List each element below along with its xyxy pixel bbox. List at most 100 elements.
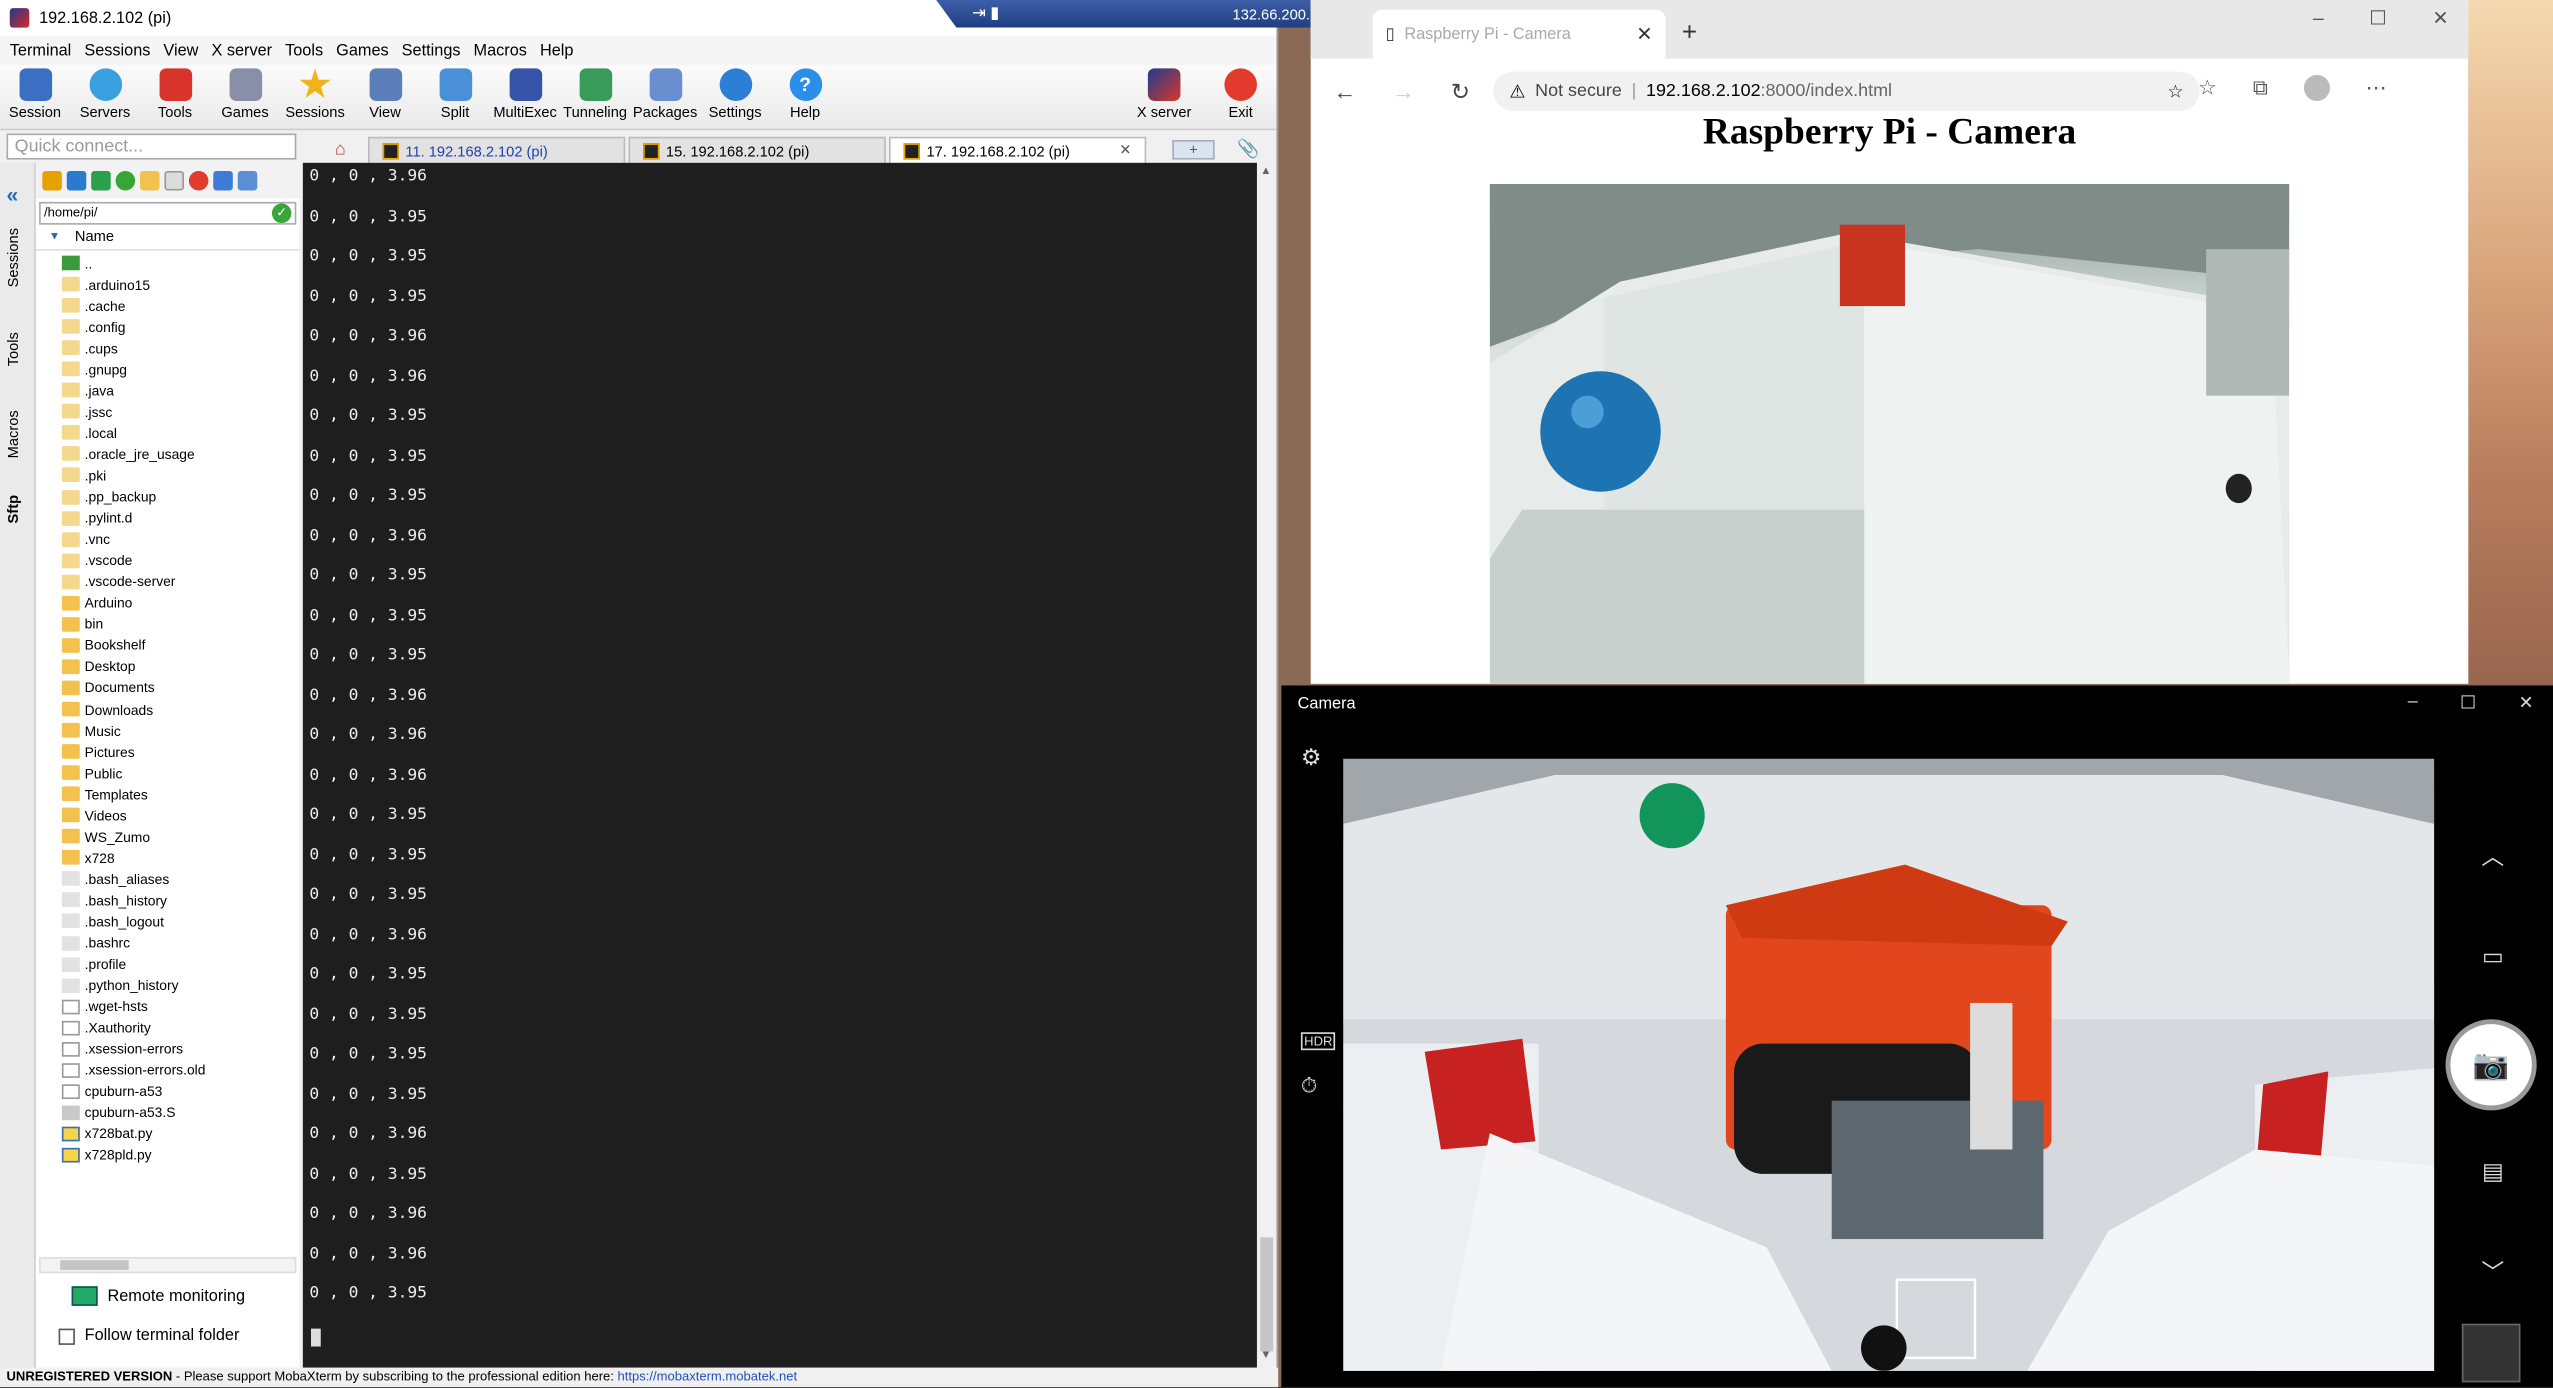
file-list-item[interactable]: .bash_aliases — [61, 868, 300, 889]
file-list-item[interactable]: .pylint.d — [61, 507, 300, 528]
file-list-item[interactable]: .xsession-errors — [61, 1038, 300, 1059]
video-mode-icon[interactable]: ▭ — [2457, 943, 2529, 971]
file-list-item[interactable]: x728pld.py — [61, 1145, 300, 1166]
file-list-item[interactable]: Bookshelf — [61, 635, 300, 656]
scroll-up-icon[interactable]: ▲ — [1260, 166, 1271, 177]
up-folder-icon[interactable] — [42, 170, 62, 191]
check-icon[interactable]: ✓ — [271, 203, 292, 224]
menu-terminal[interactable]: Terminal — [3, 42, 78, 60]
file-list-item[interactable]: .oracle_jre_usage — [61, 444, 300, 465]
delete-icon[interactable] — [188, 170, 209, 191]
gear-icon[interactable]: ⚙ — [1301, 744, 1321, 772]
file-list-item[interactable]: .bash_history — [61, 890, 300, 911]
menu-view[interactable]: View — [157, 42, 205, 60]
file-list-item[interactable]: Videos — [61, 805, 300, 826]
download-icon[interactable] — [66, 170, 87, 191]
file-list-item[interactable]: .pki — [61, 465, 300, 486]
file-list-item[interactable]: WS_Zumo — [61, 826, 300, 847]
new-tab-button[interactable]: + — [1682, 20, 1697, 49]
toolbar-games-button[interactable]: Games — [210, 65, 280, 120]
file-list-item[interactable]: .cups — [61, 337, 300, 358]
profile-avatar[interactable] — [2303, 74, 2330, 101]
file-list-item[interactable]: .local — [61, 422, 300, 443]
file-list-item[interactable]: Arduino — [61, 592, 300, 613]
file-list-item[interactable]: .gnupg — [61, 359, 300, 380]
menu-settings[interactable]: Settings — [395, 42, 467, 60]
chevron-up-icon[interactable]: ︿ — [2457, 840, 2529, 873]
file-list-item[interactable]: Music — [61, 720, 300, 741]
scrollbar-thumb[interactable] — [1260, 1237, 1274, 1352]
toolbar-multiexec-button[interactable]: MultiExec — [490, 65, 560, 120]
menu-games[interactable]: Games — [330, 42, 396, 60]
file-list-item[interactable]: x728 — [61, 847, 300, 868]
address-bar[interactable]: ⚠ Not secure | 192.168.2.102:8000/index.… — [1493, 71, 2200, 111]
side-tab-sessions[interactable]: Sessions — [5, 228, 21, 287]
quick-connect-input[interactable]: Quick connect... — [6, 133, 297, 160]
tab-session-17[interactable]: 17. 192.168.2.102 (pi) ✕ — [888, 136, 1147, 163]
file-list-item[interactable]: .vscode — [61, 550, 300, 571]
file-list-item[interactable]: Downloads — [61, 698, 300, 719]
file-list-item[interactable]: Desktop — [61, 656, 300, 677]
refresh-icon[interactable] — [115, 170, 136, 191]
tab-session-15[interactable]: 15. 192.168.2.102 (pi) — [628, 136, 886, 163]
terminal-area[interactable]: 0 , 0 , 3.96 0 , 0 , 3.95 0 , 0 , 3.95 0 , … — [302, 162, 1257, 1368]
checkbox[interactable] — [58, 1327, 75, 1345]
new-tab-button[interactable]: + — [1172, 140, 1215, 160]
toolbar-packages-button[interactable]: Packages — [630, 65, 700, 120]
follow-terminal-checkbox[interactable]: Follow terminal folder — [58, 1327, 240, 1345]
side-tab-tools[interactable]: Tools — [5, 332, 21, 366]
forward-icon[interactable]: → — [1392, 77, 1415, 105]
mobatek-link[interactable]: https://mobaxterm.mobatek.net — [618, 1369, 798, 1384]
home-tab[interactable]: ⌂ — [319, 137, 361, 163]
toolbar-tools-button[interactable]: Tools — [140, 65, 210, 120]
take-photo-button[interactable]: 📷 — [2445, 1019, 2537, 1111]
menu-sessions[interactable]: Sessions — [78, 42, 157, 60]
toolbar-split-button[interactable]: Split — [420, 65, 490, 120]
file-list-item[interactable]: .vscode-server — [61, 571, 300, 592]
file-list-item[interactable]: .arduino15 — [61, 274, 300, 295]
minimize-icon[interactable]: – — [2313, 7, 2324, 30]
toolbar-exit-button[interactable]: Exit — [1205, 65, 1277, 120]
document-mode-icon[interactable]: ▤ — [2457, 1158, 2529, 1186]
favorites-icon[interactable]: ☆ — [2198, 75, 2217, 101]
file-list-item[interactable]: .jssc — [61, 401, 300, 422]
timer-icon[interactable]: ⏱ — [1301, 1073, 1318, 1099]
file-list-item[interactable]: .bash_logout — [61, 911, 300, 932]
file-list-item[interactable]: bin — [61, 613, 300, 634]
file-list-item[interactable]: .bashrc — [61, 932, 300, 953]
menu-macros[interactable]: Macros — [467, 42, 533, 60]
view-mode-icon[interactable] — [237, 170, 258, 191]
terminal-scrollbar[interactable]: ▲ ▼ — [1256, 162, 1277, 1368]
file-list-item[interactable]: .cache — [61, 295, 300, 316]
more-icon[interactable]: ⋯ — [2366, 75, 2387, 101]
toolbar-sessions-button[interactable]: Sessions — [280, 65, 350, 120]
menu-tools[interactable]: Tools — [279, 42, 330, 60]
maximize-icon[interactable]: ☐ — [2369, 7, 2387, 30]
file-list-item[interactable]: cpuburn-a53.S — [61, 1102, 300, 1123]
rename-icon[interactable] — [213, 170, 233, 191]
file-list-item[interactable]: .Xauthority — [61, 1017, 300, 1038]
new-folder-icon[interactable] — [140, 170, 160, 191]
remote-monitoring-button[interactable]: Remote monitoring — [71, 1286, 245, 1306]
side-tab-sftp[interactable]: Sftp — [5, 495, 21, 523]
menu-help[interactable]: Help — [533, 42, 580, 60]
toolbar-xserver-button[interactable]: X server — [1123, 65, 1204, 120]
file-list-item[interactable]: Templates — [61, 783, 300, 804]
side-tab-macros[interactable]: Macros — [5, 410, 21, 458]
favorite-star-icon[interactable]: ☆ — [2167, 81, 2183, 102]
close-icon[interactable]: ✕ — [2518, 692, 2533, 714]
file-list-item[interactable]: Documents — [61, 677, 300, 698]
file-list-item[interactable]: .pp_backup — [61, 486, 300, 507]
file-list-item[interactable]: Public — [61, 762, 300, 783]
toolbar-session-button[interactable]: Session — [0, 65, 70, 120]
pin-icon[interactable]: ⇥ ▮ — [972, 5, 999, 23]
file-list-item[interactable]: .vnc — [61, 529, 300, 550]
toolbar-view-button[interactable]: View — [350, 65, 420, 120]
chevron-down-icon[interactable]: ﹀ — [2457, 1255, 2529, 1288]
sftp-path-field[interactable]: /home/pi/ ✓ — [39, 201, 297, 225]
minimize-icon[interactable]: – — [2408, 692, 2418, 713]
camera-viewfinder[interactable] — [1343, 758, 2435, 1371]
file-list-item[interactable]: .wget-hsts — [61, 996, 300, 1017]
file-list-item[interactable]: .python_history — [61, 975, 300, 996]
file-list-item[interactable]: Pictures — [61, 741, 300, 762]
